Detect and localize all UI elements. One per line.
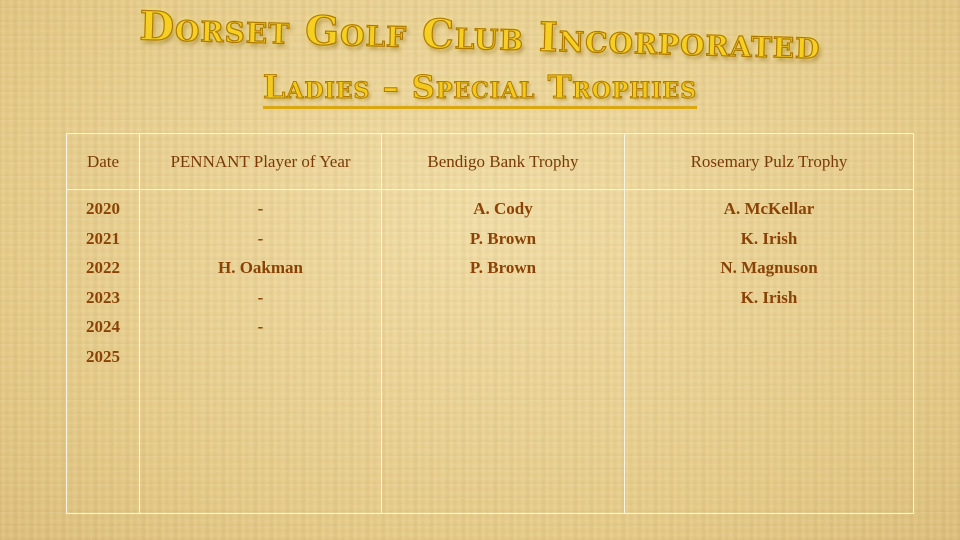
cell-bendigo: P. Brown [469, 258, 537, 277]
cell-date: 2024 [86, 317, 120, 336]
cell-pennant: - [257, 228, 264, 248]
cell-pennant: - [257, 199, 264, 218]
trophy-table: Date 2020 2021 2022 2023 2024 2025 PENNA… [66, 133, 914, 514]
cell-rosemary-pulz: A. McKellar [723, 199, 815, 218]
subtitle-text: Ladies – Special Trophies [262, 68, 698, 109]
cell-bendigo [382, 283, 624, 313]
cell-date: 2025 [86, 346, 120, 366]
page-subtitle: Ladies – Special Trophies [180, 68, 780, 109]
page-title: Dorset Golf Club Incorporated [138, 2, 822, 69]
header-pennant: PENNANT Player of Year [140, 134, 381, 190]
cell-rosemary-pulz: K. Irish [740, 287, 798, 307]
cell-date: 2020 [86, 199, 120, 218]
cell-rosemary-pulz [625, 342, 913, 372]
cell-rosemary-pulz: K. Irish [740, 228, 798, 248]
cell-rosemary-pulz: N. Magnuson [720, 258, 818, 277]
column-date: Date 2020 2021 2022 2023 2024 2025 [67, 134, 140, 513]
header-rosemary-pulz: Rosemary Pulz Trophy [625, 134, 913, 190]
cell-rosemary-pulz [625, 312, 913, 342]
cell-bendigo: P. Brown [469, 228, 537, 248]
column-bendigo: Bendigo Bank Trophy A. Cody P. Brown P. … [382, 134, 625, 513]
cell-pennant: - [257, 317, 264, 336]
cell-date: 2023 [86, 287, 120, 307]
cell-bendigo [382, 342, 624, 372]
header-date: Date [67, 134, 139, 190]
column-pennant: PENNANT Player of Year - - H. Oakman - - [140, 134, 382, 513]
cell-pennant [140, 342, 381, 372]
cell-bendigo: A. Cody [473, 199, 533, 218]
cell-date: 2021 [86, 228, 120, 248]
column-rosemary-pulz: Rosemary Pulz Trophy A. McKellar K. Iris… [625, 134, 913, 513]
cell-pennant: - [257, 287, 264, 307]
cell-date: 2022 [86, 258, 120, 277]
cell-pennant: H. Oakman [217, 258, 304, 277]
cell-bendigo [382, 312, 624, 342]
header-bendigo: Bendigo Bank Trophy [382, 134, 624, 190]
